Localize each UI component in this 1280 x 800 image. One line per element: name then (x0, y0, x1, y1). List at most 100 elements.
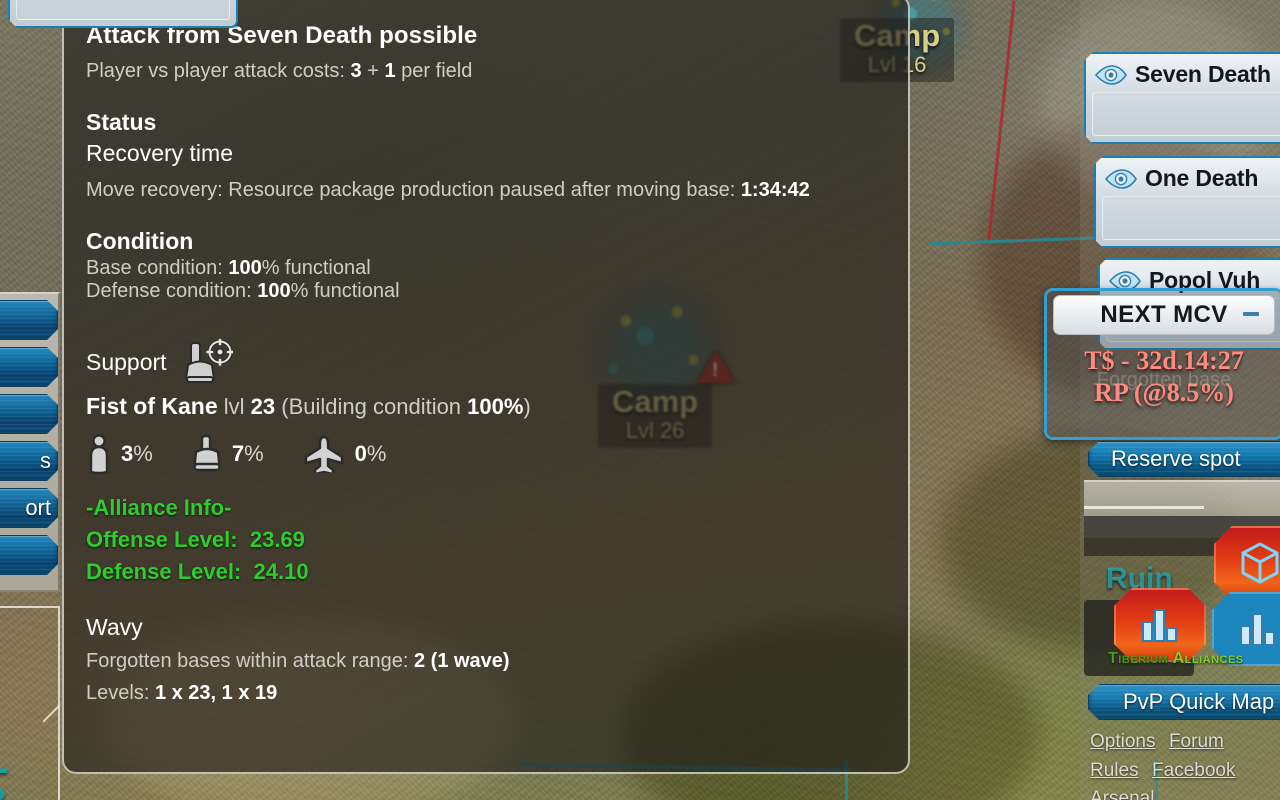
left-rail-button[interactable]: s (0, 441, 58, 481)
alliance-info-block: -Alliance Info- Offense Level: 23.69 Def… (86, 492, 888, 588)
next-mcv-title-bar[interactable]: NEXT MCV (1053, 295, 1275, 335)
left-map-frame: 8 L 8 (0, 606, 60, 800)
infantry-unit: % (133, 441, 153, 466)
forgotten-bases-value: 2 (413, 649, 426, 672)
left-rail-button[interactable] (0, 300, 58, 340)
next-mcv-panel[interactable]: NEXT MCV Forgotten base T$ - 32d.14:27 R… (1044, 288, 1280, 440)
game-screen: ! Camp Lvl 16 Camp Lvl 26 s ort 8 L 8 At… (0, 0, 1280, 800)
alliance-defense-line: Defense Level: 24.10 (86, 556, 888, 588)
infantry-icon (86, 434, 112, 474)
footer-links: Options Forum Rules Facebook Arsenal (1090, 728, 1280, 800)
mcv-timer-line: T$ - 32d.14:27 (1084, 346, 1244, 375)
logo-part-alliances: Alliances (1172, 650, 1244, 667)
eye-icon (1094, 64, 1128, 86)
bar-chart-icon (1140, 606, 1180, 644)
condition-heading: Condition (86, 228, 194, 254)
logo-part-tiberium: Tiberium (1108, 650, 1169, 667)
wavy-block: Wavy Forgotten bases within attack range… (86, 614, 888, 709)
unit-lvl-label: lvl (223, 394, 245, 419)
vehicle-percentage: 7% (191, 434, 264, 474)
left-rail-button[interactable] (0, 535, 58, 575)
base-condition-value: 100 (228, 257, 262, 279)
link-forum[interactable]: Forum (1169, 728, 1224, 757)
support-row: Support (86, 339, 888, 385)
player-card-one-death[interactable]: One Death (1094, 156, 1280, 248)
vehicle-unit: % (244, 441, 264, 466)
attack-cost-plus: + (367, 60, 379, 82)
left-rail-button[interactable] (0, 394, 58, 434)
map-decor-glyph: L (0, 738, 8, 783)
alliance-offense-value: 23.69 (249, 526, 305, 552)
eye-icon (1104, 168, 1138, 190)
alliance-info-heading: -Alliance Info- (86, 495, 232, 520)
attack-cost-line: Player vs player attack costs: 3 + 1 per… (86, 56, 888, 87)
base-condition-suffix: % functional (261, 257, 371, 279)
next-mcv-body: T$ - 32d.14:27 RP (@8.5%) (1047, 335, 1280, 408)
next-mcv-title: NEXT MCV (1100, 301, 1228, 328)
wavy-heading: Wavy (86, 613, 143, 640)
forgotten-bases-label: Forgotten bases within attack range: (86, 649, 409, 672)
recovery-text: Move recovery: Resource package producti… (86, 179, 736, 201)
unit-summary-line: Fist of Kane lvl 23 (Building condition … (86, 393, 888, 420)
recovery-heading: Recovery time (86, 140, 233, 166)
link-arsenal[interactable]: Arsenal (1090, 785, 1154, 800)
support-label: Support (86, 348, 167, 375)
bar-chart-icon (1238, 610, 1278, 648)
minimize-icon[interactable] (1243, 312, 1259, 316)
forgotten-bases-waves: (1 wave) (430, 649, 510, 672)
vehicle-value: 7 (231, 441, 245, 466)
resources-button[interactable] (1214, 526, 1280, 600)
attack-cost-value1: 3 (350, 60, 362, 82)
defense-condition-suffix: % functional (290, 280, 400, 302)
defense-condition-label: Defense condition: (86, 280, 252, 302)
left-rail-button[interactable]: ort (0, 488, 58, 528)
attack-cost-suffix: per field (401, 60, 473, 82)
defense-condition-line: Defense condition: 100% functional (86, 280, 888, 303)
player-card-name: One Death (1145, 165, 1259, 191)
infantry-value: 3 (121, 441, 134, 466)
wavy-levels-label: Levels: (86, 681, 150, 704)
artillery-target-icon (183, 339, 233, 385)
unit-cond-close: ) (523, 394, 531, 419)
link-options[interactable]: Options (1090, 728, 1155, 757)
recovery-line: Move recovery: Resource package producti… (86, 175, 888, 206)
aircraft-value: 0 (354, 441, 367, 466)
reserve-spot-button[interactable]: Reserve spot (1088, 441, 1280, 477)
unit-lvl-value: 23 (250, 394, 276, 419)
alliance-defense-label: Defense Level: (86, 558, 242, 584)
aircraft-percentage: 0% (302, 435, 387, 473)
alliance-offense-line: Offense Level: 23.69 (86, 524, 888, 556)
unit-name: Fist of Kane (86, 393, 218, 419)
player-card-name: Seven Death (1135, 61, 1271, 87)
alliance-offense-label: Offense Level: (86, 526, 238, 552)
map-decor-glyph: 8 (0, 780, 6, 800)
base-condition-label: Base condition: (86, 257, 223, 279)
defense-condition-value: 100 (257, 280, 291, 302)
aircraft-unit: % (366, 441, 387, 466)
link-facebook[interactable]: Facebook (1152, 757, 1235, 786)
base-condition-line: Base condition: 100% functional (86, 257, 888, 280)
left-rail-button[interactable] (0, 347, 58, 387)
player-card-partial[interactable] (8, 0, 238, 28)
base-info-tooltip: Attack from Seven Death possible Player … (62, 0, 910, 774)
attack-cost-value2: 1 (384, 60, 396, 82)
map-road-edge (1084, 506, 1204, 509)
unit-percentages-row: 3% 7% 0% (86, 434, 888, 474)
unit-cond-open: (Building condition (281, 394, 462, 419)
cube-icon (1239, 541, 1280, 585)
tiberium-alliances-logo: Tiberium Alliances (1108, 650, 1244, 668)
aircraft-icon (302, 435, 346, 473)
forgotten-bases-line: Forgotten bases within attack range: 2 (… (86, 645, 888, 677)
wavy-levels-line: Levels: 1 x 23, 1 x 19 (86, 677, 888, 709)
mcv-rp-line: RP (@8.5%) (1094, 377, 1234, 407)
status-heading: Status (86, 109, 157, 135)
player-card-seven-death[interactable]: Seven Death (1084, 52, 1280, 144)
alliance-defense-value: 24.10 (253, 558, 309, 584)
recovery-time: 1:34:42 (740, 179, 810, 201)
pvp-quick-map-button[interactable]: PvP Quick Map (1088, 684, 1280, 720)
link-rules[interactable]: Rules (1090, 757, 1139, 786)
attack-cost-prefix: Player vs player attack costs: (86, 60, 345, 82)
infantry-percentage: 3% (86, 434, 153, 474)
wavy-levels-value: 1 x 23, 1 x 19 (154, 681, 278, 704)
unit-cond-value: 100% (467, 394, 524, 419)
